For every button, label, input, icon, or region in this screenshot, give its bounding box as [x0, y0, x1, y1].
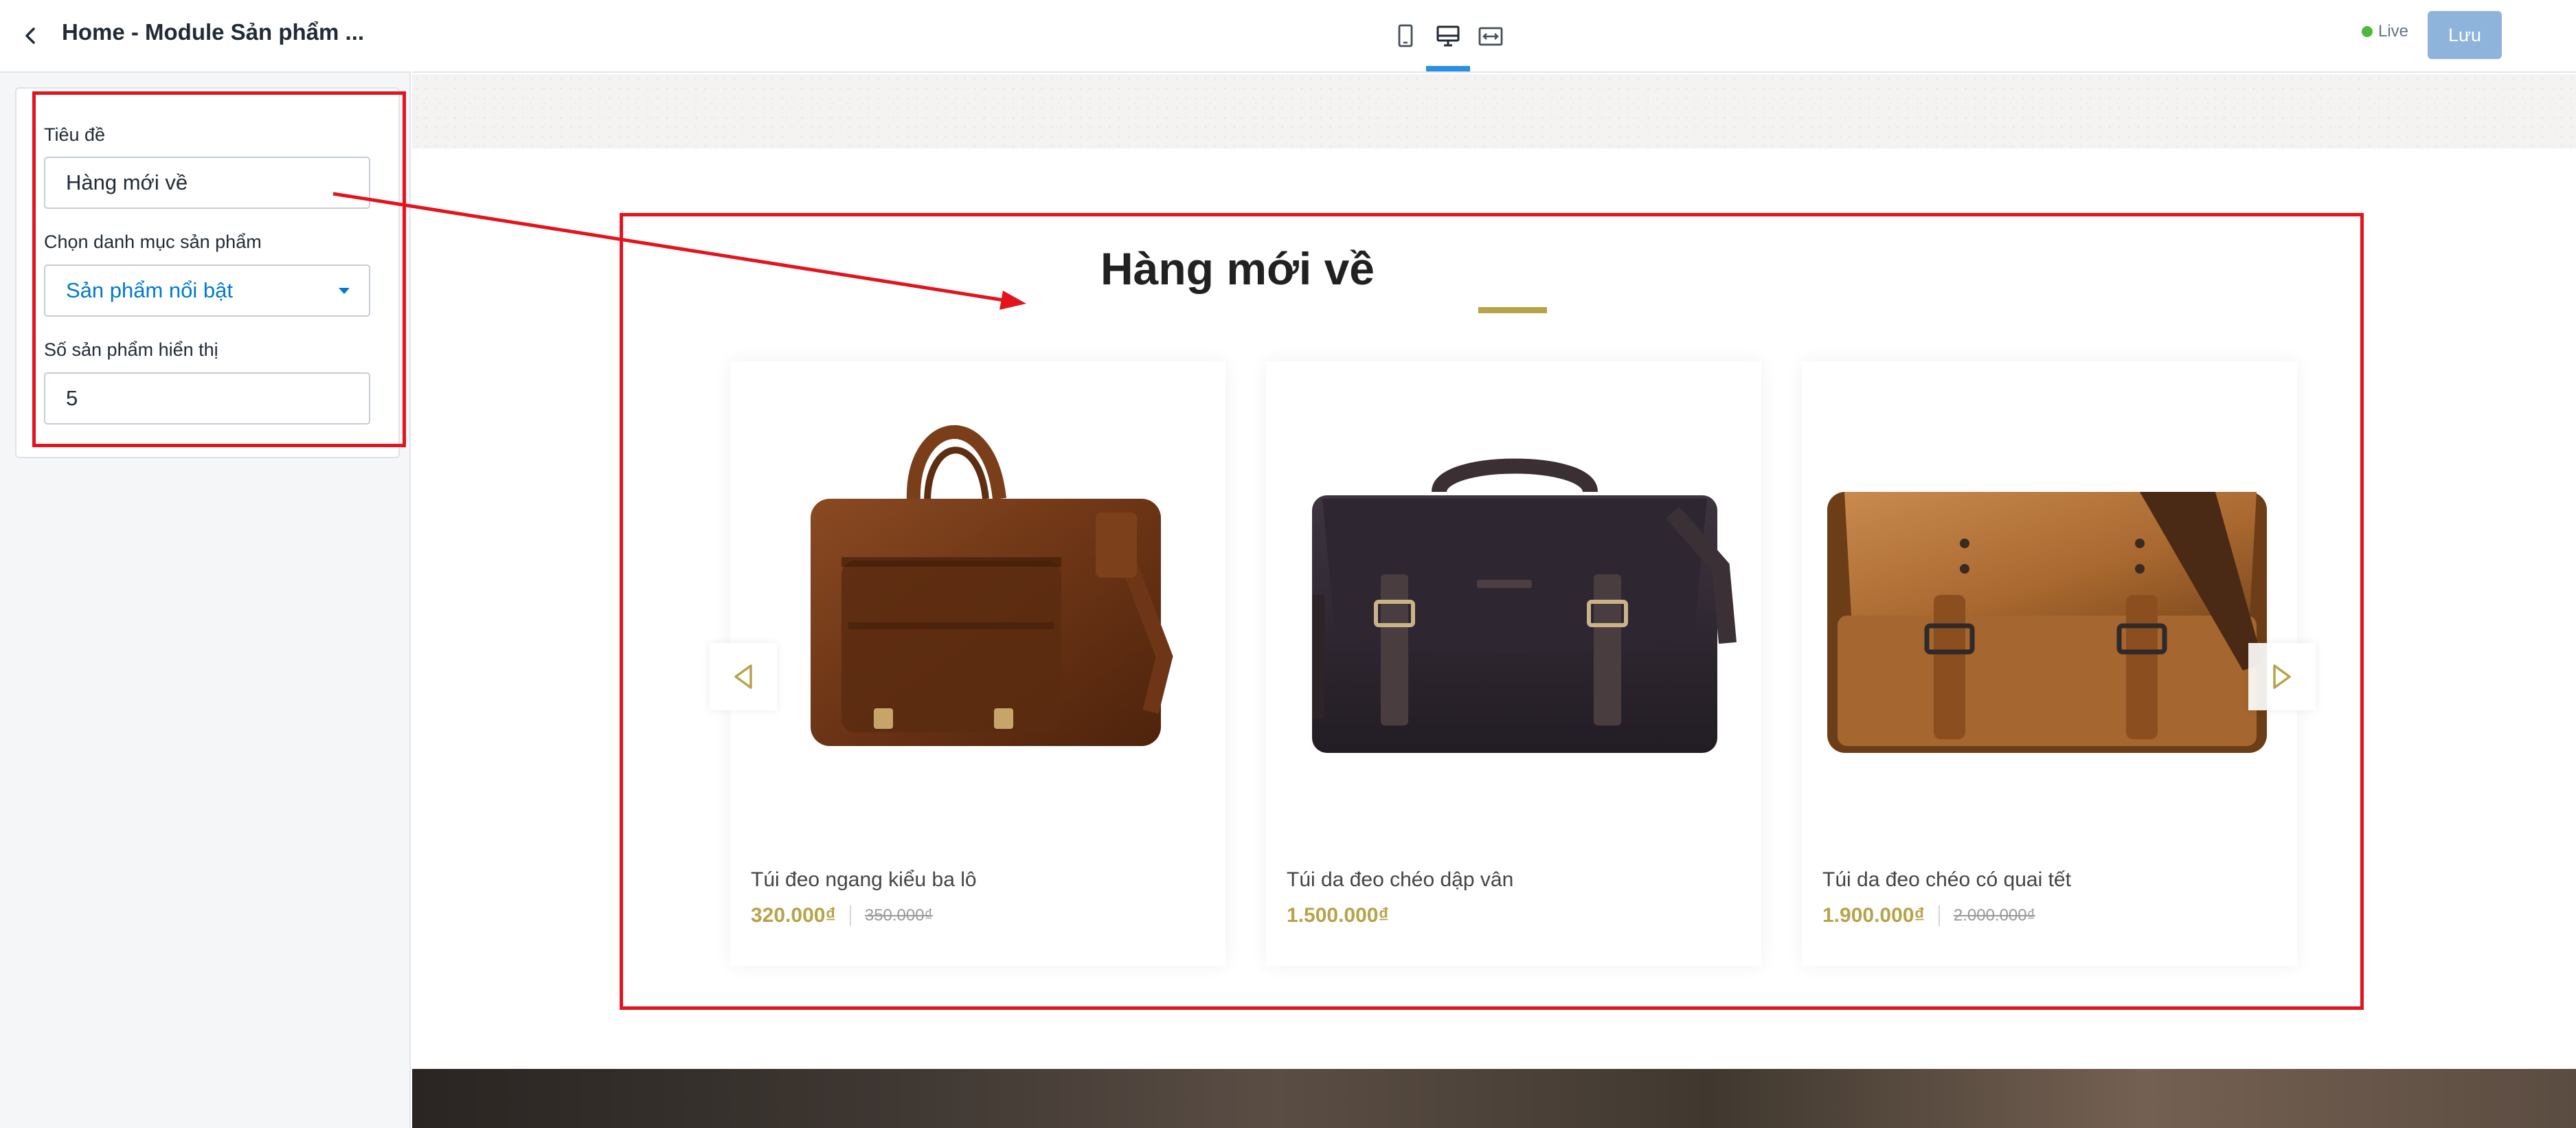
- price-divider: [849, 905, 851, 926]
- caret-down-icon: [339, 288, 350, 294]
- product-price: 1.500.000₫: [1287, 904, 1389, 927]
- save-button[interactable]: Lưu: [2428, 11, 2502, 59]
- live-status: Live: [2362, 22, 2408, 41]
- product-old-price: 350.000₫: [864, 906, 933, 925]
- category-select[interactable]: Sản phẩm nổi bật: [44, 264, 370, 317]
- product-image-dark-messenger-bag[interactable]: [1281, 389, 1746, 774]
- product-card[interactable]: Túi da đeo chéo dập vân 1.500.000₫: [1266, 361, 1761, 966]
- product-price: 320.000₫: [751, 904, 836, 927]
- price-divider: [1938, 905, 1940, 926]
- header-texture-band: [412, 74, 2576, 148]
- product-name[interactable]: Túi da đeo chéo dập vân: [1287, 868, 1513, 892]
- product-image-brown-briefcase[interactable]: [745, 389, 1210, 774]
- triangle-right-icon: [2273, 664, 2291, 689]
- product-price: 1.900.000₫: [1822, 904, 1925, 927]
- product-card[interactable]: Túi da đeo chéo có quai tết 1.900.000₫ 2…: [1802, 361, 2297, 966]
- slider-next-button[interactable]: [2248, 643, 2316, 710]
- title-input[interactable]: Hàng mới về: [44, 157, 370, 209]
- price-row: 1.900.000₫ 2.000.000₫: [1822, 904, 2035, 927]
- price-row: 1.500.000₫: [1287, 904, 1389, 927]
- module-settings-card: Tiêu đề Hàng mới về Chọn danh mục sản ph…: [15, 87, 400, 458]
- full-width-view-icon: [1478, 27, 1503, 46]
- product-card[interactable]: Túi đeo ngang kiểu ba lô 320.000₫ 350.00…: [730, 361, 1225, 966]
- price-row: 320.000₫ 350.000₫: [751, 904, 933, 927]
- title-field-label: Tiêu đề: [44, 124, 106, 145]
- desktop-view-icon: [1436, 25, 1460, 47]
- sidebar-header: Home - Module Sản phẩm ...: [0, 0, 411, 73]
- editor-sidebar: Home - Module Sản phẩm ... Tiêu đề Hàng …: [0, 0, 411, 1128]
- active-device-indicator: [1426, 66, 1470, 71]
- category-select-value: Sản phẩm nổi bật: [66, 278, 234, 302]
- top-toolbar: Live Lưu: [412, 0, 2576, 73]
- full-width-view-button[interactable]: [1473, 19, 1508, 54]
- product-count-input[interactable]: 5: [44, 372, 370, 425]
- desktop-view-button[interactable]: [1431, 19, 1465, 54]
- count-field-label: Số sản phẩm hiển thị: [44, 339, 218, 360]
- live-status-dot-icon: [2362, 26, 2373, 37]
- product-image-tan-messenger-bag[interactable]: [1817, 389, 2282, 774]
- page-preview: Hàng mới về Túi đeo ngang kiểu ba lô 320…: [412, 74, 2576, 1128]
- mobile-view-icon: [1398, 24, 1413, 47]
- category-field-label: Chọn danh mục sản phẩm: [44, 232, 262, 252]
- product-old-price: 2.000.000₫: [1953, 906, 2035, 925]
- triangle-left-icon: [734, 664, 752, 689]
- section-title: Hàng mới về: [1100, 243, 1375, 294]
- product-name[interactable]: Túi đeo ngang kiểu ba lô: [751, 868, 977, 892]
- product-name[interactable]: Túi da đeo chéo có quai tết: [1822, 868, 2071, 892]
- next-section-banner: [412, 1069, 2576, 1128]
- back-button[interactable]: [15, 21, 45, 51]
- mobile-view-button[interactable]: [1388, 19, 1423, 54]
- slider-prev-button[interactable]: [710, 643, 777, 710]
- section-title-underline: [1478, 307, 1547, 313]
- chevron-left-icon: [25, 27, 35, 44]
- panel-title: Home - Module Sản phẩm ...: [62, 19, 365, 45]
- live-status-label: Live: [2378, 22, 2409, 41]
